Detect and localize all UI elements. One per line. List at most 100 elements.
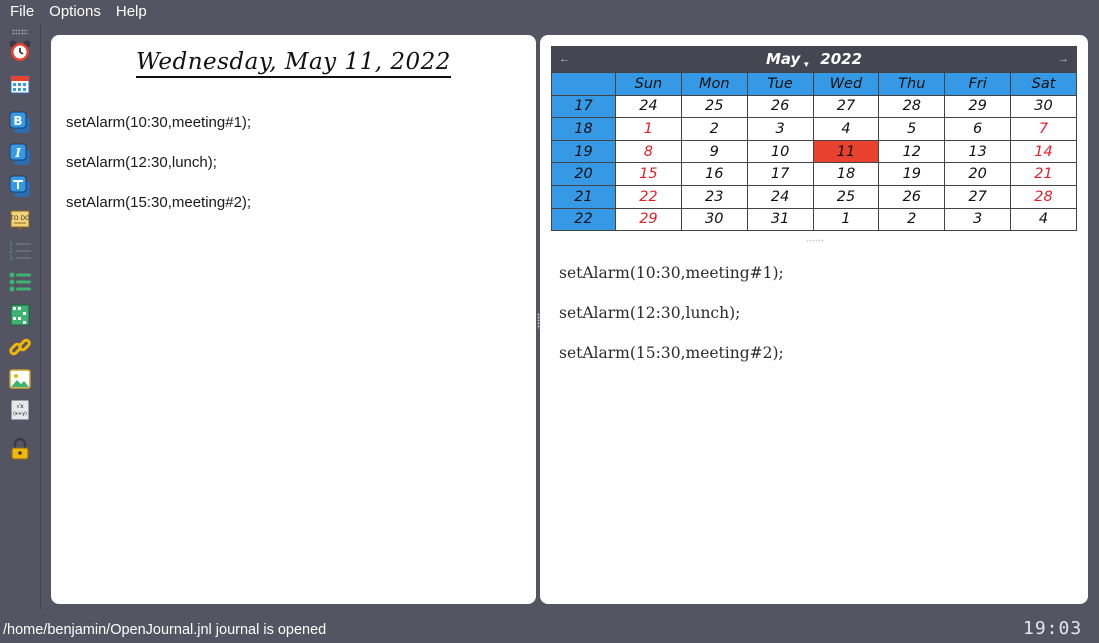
day-cell[interactable]: 4	[1010, 207, 1077, 232]
grid-icon[interactable]	[8, 303, 32, 327]
day-header: Fri	[944, 72, 1012, 96]
svg-text:3: 3	[9, 255, 13, 262]
day-header: Thu	[878, 72, 946, 96]
toolbar: B I TO DO 123 √x (x+y)	[0, 24, 41, 610]
day-cell[interactable]: 29	[944, 94, 1012, 119]
editor-line[interactable]: setAlarm(15:30,meeting#2);	[66, 194, 251, 211]
table-icon[interactable]	[8, 174, 32, 198]
svg-text:√x: √x	[16, 403, 24, 410]
menu-file[interactable]: File	[5, 0, 39, 24]
svg-text:2: 2	[9, 248, 13, 255]
day-cell[interactable]: 24	[746, 184, 814, 209]
lock-icon[interactable]	[8, 437, 32, 461]
calendar-icon[interactable]	[8, 72, 32, 96]
calendar: ← May ▼ 2022 → Sun Mon Tue Wed Thu Fri S…	[551, 46, 1077, 232]
day-header: Tue	[746, 72, 814, 96]
day-cell[interactable]: 25	[812, 184, 880, 209]
prev-month-icon[interactable]: ←	[559, 46, 570, 72]
day-cell-selected[interactable]: 11	[812, 139, 880, 164]
preview-line: setAlarm(10:30,meeting#1);	[559, 264, 784, 282]
week-number: 17	[551, 94, 616, 119]
day-cell[interactable]: 22	[615, 184, 682, 209]
day-cell[interactable]: 30	[1010, 94, 1077, 119]
day-cell[interactable]: 31	[746, 207, 814, 232]
day-cell[interactable]: 1	[812, 207, 880, 232]
day-cell[interactable]: 28	[1010, 184, 1077, 209]
day-cell[interactable]: 3	[746, 117, 814, 141]
week-number: 20	[551, 162, 616, 186]
calendar-month[interactable]: May	[766, 50, 800, 68]
day-cell[interactable]: 3	[944, 207, 1012, 232]
day-cell[interactable]: 21	[1010, 162, 1077, 186]
menu-options[interactable]: Options	[44, 0, 106, 24]
day-cell[interactable]: 9	[680, 139, 748, 164]
day-header: Mon	[680, 72, 748, 96]
bold-icon[interactable]: B	[8, 110, 32, 134]
day-cell[interactable]: 13	[944, 139, 1012, 164]
week-number: 19	[551, 139, 616, 164]
day-cell[interactable]: 17	[746, 162, 814, 186]
day-cell[interactable]: 12	[878, 139, 946, 164]
week-header	[551, 72, 616, 96]
todo-icon[interactable]: TO DO	[8, 208, 32, 232]
day-cell[interactable]: 14	[1010, 139, 1077, 164]
calendar-year[interactable]: 2022	[820, 50, 862, 68]
day-cell[interactable]: 16	[680, 162, 748, 186]
day-cell[interactable]: 19	[878, 162, 946, 186]
day-cell[interactable]: 27	[812, 94, 880, 119]
bullet-list-icon[interactable]	[8, 270, 32, 294]
day-cell[interactable]: 25	[680, 94, 748, 119]
day-cell[interactable]: 2	[878, 207, 946, 232]
day-cell[interactable]: 15	[615, 162, 682, 186]
editor-line[interactable]: setAlarm(12:30,lunch);	[66, 154, 217, 171]
chevron-down-icon[interactable]: ▼	[802, 60, 810, 69]
day-cell[interactable]: 5	[878, 117, 946, 141]
day-cell[interactable]: 6	[944, 117, 1012, 141]
status-message: /home/benjamin/OpenJournal.jnl journal i…	[3, 622, 327, 638]
day-cell[interactable]: 10	[746, 139, 814, 164]
clock-display: 19:03	[1023, 618, 1083, 639]
day-cell[interactable]: 7	[1010, 117, 1077, 141]
day-header: Sat	[1010, 72, 1077, 96]
day-header: Wed	[812, 72, 880, 96]
alarm-clock-icon[interactable]	[8, 39, 32, 63]
svg-text:B: B	[13, 114, 22, 128]
week-number: 18	[551, 117, 616, 141]
preview-panel: ← May ▼ 2022 → Sun Mon Tue Wed Thu Fri S…	[540, 35, 1088, 604]
day-cell[interactable]: 4	[812, 117, 880, 141]
preview-line: setAlarm(15:30,meeting#2);	[559, 344, 784, 362]
day-cell[interactable]: 30	[680, 207, 748, 232]
week-number: 21	[551, 184, 616, 209]
day-cell[interactable]: 18	[812, 162, 880, 186]
toolbar-grip[interactable]	[12, 29, 28, 35]
day-header: Sun	[615, 72, 682, 96]
image-icon[interactable]	[8, 367, 32, 391]
day-cell[interactable]: 23	[680, 184, 748, 209]
numbered-list-icon[interactable]: 123	[8, 239, 32, 263]
calendar-grid: Sun Mon Tue Wed Thu Fri Sat 17 24 25 26 …	[551, 72, 1077, 232]
day-cell[interactable]: 29	[615, 207, 682, 232]
day-cell[interactable]: 24	[615, 94, 682, 119]
editor-line[interactable]: setAlarm(10:30,meeting#1);	[66, 114, 251, 131]
menu-help[interactable]: Help	[111, 0, 152, 24]
date-title: Wednesday, May 11, 2022	[136, 49, 451, 78]
day-cell[interactable]: 2	[680, 117, 748, 141]
calendar-resize-handle[interactable]	[806, 239, 824, 243]
link-icon[interactable]	[8, 336, 32, 360]
week-number: 22	[551, 207, 616, 232]
day-cell[interactable]: 27	[944, 184, 1012, 209]
formula-icon[interactable]: √x (x+y)	[8, 398, 32, 422]
next-month-icon[interactable]: →	[1058, 46, 1069, 72]
calendar-header: ← May ▼ 2022 →	[551, 46, 1077, 72]
day-cell[interactable]: 26	[746, 94, 814, 119]
svg-text:I: I	[14, 146, 21, 160]
day-cell[interactable]: 8	[615, 139, 682, 164]
day-cell[interactable]: 28	[878, 94, 946, 119]
day-cell[interactable]: 26	[878, 184, 946, 209]
italic-icon[interactable]: I	[8, 142, 32, 166]
editor-panel[interactable]: Wednesday, May 11, 2022 setAlarm(10:30,m…	[51, 35, 536, 604]
day-cell[interactable]: 20	[944, 162, 1012, 186]
svg-text:1: 1	[9, 241, 13, 248]
menu-bar: File Options Help	[0, 0, 1099, 24]
day-cell[interactable]: 1	[615, 117, 682, 141]
